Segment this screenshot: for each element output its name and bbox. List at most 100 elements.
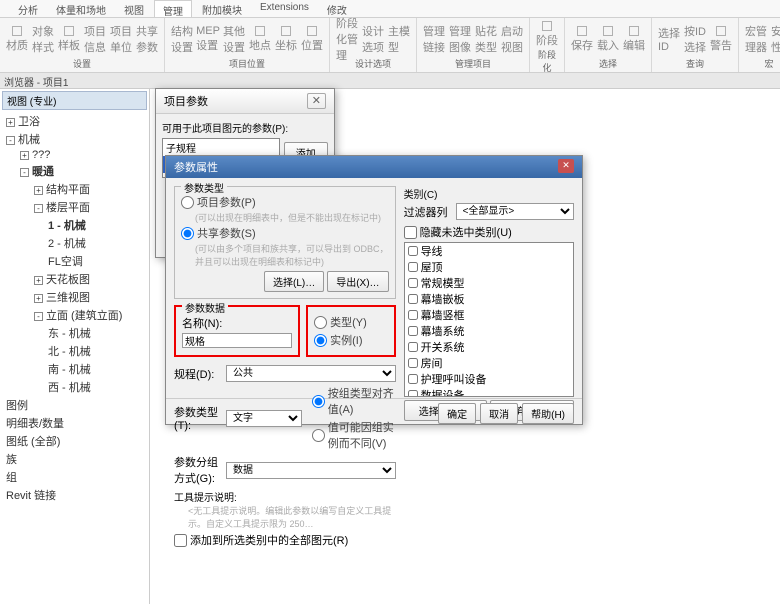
- category-item[interactable]: 幕墙竖框: [405, 307, 573, 323]
- radio-project-param[interactable]: 项目参数(P): [181, 193, 389, 211]
- expand-icon[interactable]: +: [34, 276, 43, 285]
- ribbon-button[interactable]: 材质: [6, 25, 28, 53]
- ribbon-tab[interactable]: 体量和场地: [48, 0, 114, 17]
- select-button[interactable]: 选择(L)…: [264, 271, 324, 292]
- export-button[interactable]: 导出(X)…: [327, 271, 388, 292]
- category-item[interactable]: 护理呼叫设备: [405, 371, 573, 387]
- tree-node[interactable]: -暖通: [16, 162, 147, 180]
- ribbon-button[interactable]: 对象样式: [32, 25, 54, 53]
- category-item[interactable]: 开关系统: [405, 339, 573, 355]
- ribbon-button[interactable]: 阶段: [536, 20, 558, 48]
- add-all-checkbox[interactable]: 添加到所选类别中的全部图元(R): [174, 530, 396, 550]
- cancel-button[interactable]: 取消: [480, 403, 518, 424]
- radio-type[interactable]: 类型(Y): [314, 313, 387, 331]
- ribbon-button[interactable]: 项目信息: [84, 25, 106, 53]
- category-checkbox[interactable]: [408, 342, 418, 352]
- category-checkbox[interactable]: [408, 390, 418, 397]
- ribbon-button[interactable]: 贴花类型: [475, 25, 497, 53]
- tree-node[interactable]: -楼层平面: [30, 198, 147, 216]
- category-checkbox[interactable]: [408, 374, 418, 384]
- radio-shared-param[interactable]: 共享参数(S): [181, 224, 389, 242]
- ribbon-tab[interactable]: 附加模块: [194, 0, 250, 17]
- ribbon-button[interactable]: 样板: [58, 25, 80, 53]
- tree-node[interactable]: +天花板图: [30, 270, 147, 288]
- tree-node[interactable]: +三维视图: [30, 288, 147, 306]
- ribbon-button[interactable]: 主模型: [388, 25, 410, 53]
- category-checkbox[interactable]: [408, 310, 418, 320]
- ribbon-button[interactable]: 管理图像: [449, 25, 471, 53]
- tree-node[interactable]: +结构平面: [30, 180, 147, 198]
- category-checkbox[interactable]: [408, 262, 418, 272]
- ribbon-button[interactable]: 启动视图: [501, 25, 523, 53]
- ribbon-button[interactable]: 地点: [249, 25, 271, 53]
- expand-icon[interactable]: -: [34, 204, 43, 213]
- name-input[interactable]: [182, 333, 292, 348]
- radio-instance[interactable]: 实例(I): [314, 331, 387, 349]
- category-list[interactable]: 导线屋顶常规模型幕墙嵌板幕墙竖框幕墙系统开关系统房间护理呼叫设备数据设备机械设备…: [404, 242, 574, 397]
- ribbon-button[interactable]: 坐标: [275, 25, 297, 53]
- category-checkbox[interactable]: [408, 246, 418, 256]
- ribbon-button[interactable]: 警告: [710, 25, 732, 53]
- help-button[interactable]: 帮助(H): [522, 403, 574, 424]
- radio-align[interactable]: 按组类型对齐值(A): [312, 384, 396, 418]
- close-icon[interactable]: ✕: [558, 159, 574, 173]
- radio-vary[interactable]: 值可能因组实例而不同(V): [312, 418, 396, 452]
- tree-node[interactable]: 图纸 (全部): [2, 432, 147, 450]
- tree-node[interactable]: 图例: [2, 396, 147, 414]
- ribbon-button[interactable]: 位置: [301, 25, 323, 53]
- tree-node[interactable]: 明细表/数量: [2, 414, 147, 432]
- ribbon-tab[interactable]: 视图: [116, 0, 152, 17]
- ribbon-button[interactable]: 编辑: [623, 25, 645, 53]
- tree-node[interactable]: 族: [2, 450, 147, 468]
- ribbon-tab[interactable]: Extensions: [252, 0, 317, 17]
- category-item[interactable]: 导线: [405, 243, 573, 259]
- discipline-select[interactable]: 公共: [226, 365, 396, 382]
- tree-root[interactable]: 视图 (专业): [2, 91, 147, 110]
- expand-icon[interactable]: +: [34, 186, 43, 195]
- ribbon-button[interactable]: 安全性: [771, 25, 780, 53]
- tree-node[interactable]: 南 - 机械: [44, 360, 147, 378]
- ribbon-button[interactable]: 结构设置: [171, 25, 193, 53]
- hide-unchecked-checkbox[interactable]: 隐藏未选中类别(U): [404, 222, 574, 242]
- category-checkbox[interactable]: [408, 294, 418, 304]
- ribbon-button[interactable]: 项目单位: [110, 25, 132, 53]
- ok-button[interactable]: 确定: [438, 403, 476, 424]
- group-select[interactable]: 数据: [226, 462, 396, 479]
- expand-icon[interactable]: -: [6, 136, 15, 145]
- filter-select[interactable]: <全部显示>: [456, 203, 574, 220]
- ribbon-tab[interactable]: 管理: [154, 0, 192, 17]
- category-item[interactable]: 屋顶: [405, 259, 573, 275]
- tree-node[interactable]: 东 - 机械: [44, 324, 147, 342]
- ribbon-tab[interactable]: 分析: [10, 0, 46, 17]
- close-icon[interactable]: ✕: [307, 93, 326, 109]
- tree-node[interactable]: 北 - 机械: [44, 342, 147, 360]
- expand-icon[interactable]: -: [20, 168, 29, 177]
- tree-node[interactable]: 1 - 机械: [44, 216, 147, 234]
- tree-node[interactable]: -立面 (建筑立面): [30, 306, 147, 324]
- category-checkbox[interactable]: [408, 278, 418, 288]
- ribbon-button[interactable]: 阶段化管理: [336, 25, 358, 53]
- ribbon-button[interactable]: 设计选项: [362, 25, 384, 53]
- paramtype-select[interactable]: 文字: [226, 410, 302, 427]
- category-item[interactable]: 房间: [405, 355, 573, 371]
- category-item[interactable]: 幕墙系统: [405, 323, 573, 339]
- param-item[interactable]: 子规程: [163, 139, 279, 156]
- tree-node[interactable]: 2 - 机械: [44, 234, 147, 252]
- expand-icon[interactable]: +: [20, 151, 29, 160]
- category-item[interactable]: 数据设备: [405, 387, 573, 397]
- ribbon-button[interactable]: MEP设置: [197, 25, 219, 53]
- tree-node[interactable]: +卫浴: [2, 112, 147, 130]
- tree-node[interactable]: 西 - 机械: [44, 378, 147, 396]
- ribbon-button[interactable]: 管理链接: [423, 25, 445, 53]
- category-checkbox[interactable]: [408, 358, 418, 368]
- expand-icon[interactable]: -: [34, 312, 43, 321]
- tree-node[interactable]: +???: [16, 148, 147, 162]
- ribbon-button[interactable]: 宏管理器: [745, 25, 767, 53]
- ribbon-button[interactable]: 载入: [597, 25, 619, 53]
- tree-node[interactable]: Revit 链接: [2, 486, 147, 504]
- tree-node[interactable]: FL空调: [44, 252, 147, 270]
- tree-node[interactable]: 组: [2, 468, 147, 486]
- category-checkbox[interactable]: [408, 326, 418, 336]
- tree-node[interactable]: -机械: [2, 130, 147, 148]
- expand-icon[interactable]: +: [6, 118, 15, 127]
